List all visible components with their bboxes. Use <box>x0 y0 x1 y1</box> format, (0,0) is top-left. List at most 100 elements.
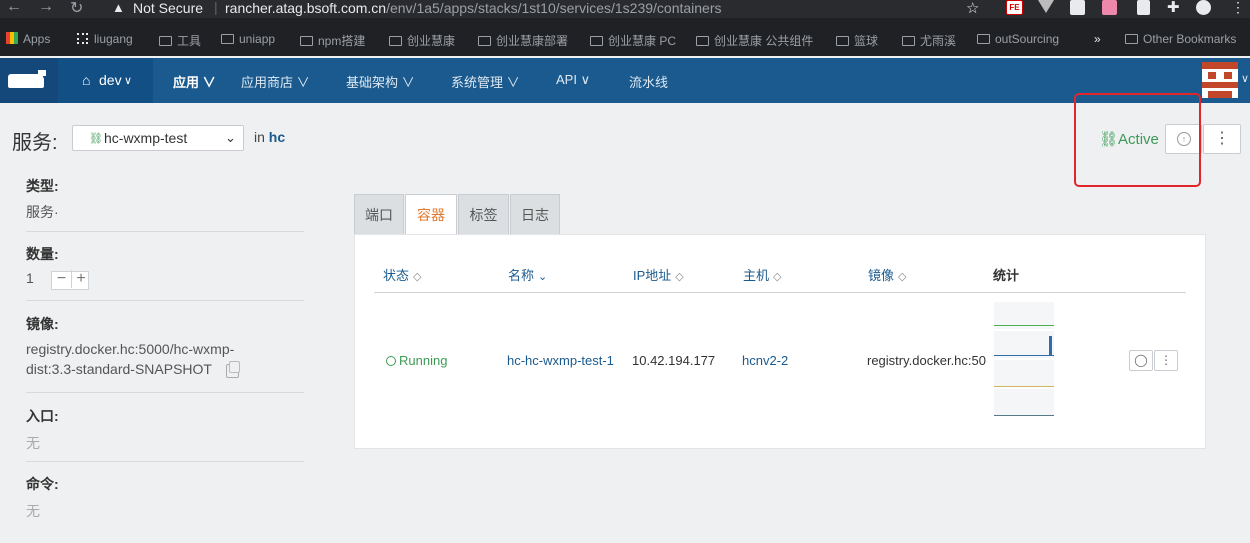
extensions-puzzle-icon[interactable]: ✚ <box>1167 0 1182 15</box>
bookmark-folder[interactable]: 创业慧康 <box>389 32 455 49</box>
sort-icon: ⌄ <box>538 271 548 283</box>
address-separator: | <box>214 0 218 15</box>
extension-vue-icon[interactable] <box>1038 0 1054 13</box>
grid-icon <box>77 33 88 44</box>
container-state: Running <box>386 353 447 368</box>
bookmark-folder[interactable]: npm搭建 <box>300 32 365 49</box>
container-name-link[interactable]: hc-hc-wxmp-test-1 <box>507 353 614 368</box>
profile-icon[interactable] <box>1196 0 1211 15</box>
bookmark-folder[interactable]: 创业慧康部署 <box>478 32 568 49</box>
image-label: 镜像: <box>26 316 59 332</box>
header-ip[interactable]: IP地址 ◇ <box>633 265 684 284</box>
extension-mail-icon[interactable] <box>1137 0 1150 15</box>
nav-catalog[interactable]: 应用商店 ∨ <box>241 72 310 91</box>
sort-icon: ◇ <box>773 271 782 283</box>
divider <box>26 461 304 462</box>
bookmark-star-icon[interactable]: ☆ <box>966 0 979 17</box>
extension-fe-icon[interactable]: FE <box>1006 0 1023 15</box>
table-header-divider <box>374 292 1186 293</box>
service-select[interactable]: ⛓ hc-wxmp-test ⌄ <box>72 125 244 151</box>
bookmark-folder[interactable]: 创业慧康 PC <box>590 32 676 49</box>
header-state[interactable]: 状态 ◇ <box>383 265 421 284</box>
bookmark-liugang[interactable]: liugang <box>77 32 133 46</box>
address-bar[interactable]: ← → ↻ ▲ Not Secure | rancher.atag.bsoft.… <box>0 0 1250 18</box>
service-icon: ⛓ <box>89 133 103 145</box>
header-stats: 统计 <box>993 268 1020 283</box>
type-label: 类型: <box>26 178 59 194</box>
nav-apps[interactable]: 应用 ∨ <box>173 72 216 91</box>
bookmark-folder[interactable]: uniapp <box>221 32 275 46</box>
header-name[interactable]: 名称 ⌄ <box>508 265 547 284</box>
bookmark-other[interactable]: Other Bookmarks <box>1125 32 1236 46</box>
user-menu-chevron-icon[interactable]: ∨ <box>1241 72 1249 85</box>
container-more-button[interactable]: ⋮ <box>1154 350 1178 371</box>
image-line1: registry.docker.hc:5000/hc-wxmp- <box>26 341 235 357</box>
back-icon[interactable]: ← <box>6 0 22 16</box>
running-status-icon <box>386 356 396 366</box>
scale-label: 数量: <box>26 246 59 262</box>
divider <box>26 392 304 393</box>
scale-value: 1 <box>26 270 34 286</box>
folder-icon <box>696 36 709 46</box>
nav-api[interactable]: API ∨ <box>556 72 590 88</box>
sort-icon: ◇ <box>898 271 907 283</box>
tab-labels[interactable]: 标签 <box>458 194 509 235</box>
more-bookmarks-button[interactable]: » <box>1094 32 1101 46</box>
user-avatar[interactable] <box>1202 62 1238 98</box>
forward-icon[interactable]: → <box>38 0 54 16</box>
bookmark-folder[interactable]: 创业慧康 公共组件 <box>696 32 813 49</box>
url-text[interactable]: rancher.atag.bsoft.com.cn/env/1a5/apps/s… <box>225 0 722 16</box>
chevron-down-icon: ⌄ <box>225 130 236 145</box>
nav-admin[interactable]: 系统管理 ∨ <box>451 72 520 91</box>
network-sparkline <box>994 360 1054 387</box>
sort-icon: ◇ <box>413 271 422 283</box>
command-value: 无 <box>26 503 40 519</box>
folder-icon <box>1125 34 1138 44</box>
rancher-logo[interactable] <box>0 58 58 103</box>
folder-icon <box>221 34 234 44</box>
folder-icon <box>389 36 402 46</box>
nav-infrastructure[interactable]: 基础架构 ∨ <box>346 72 415 91</box>
reload-icon[interactable]: ↻ <box>70 0 83 18</box>
nav-pipeline[interactable]: 流水线 <box>629 72 668 91</box>
more-actions-button[interactable]: ⋮ <box>1203 124 1241 154</box>
environment-switcher[interactable]: ⌂ dev ∨ <box>58 58 153 103</box>
bookmark-apps[interactable]: Apps <box>6 32 50 46</box>
header-host[interactable]: 主机 ◇ <box>743 265 781 284</box>
chevron-down-icon: ∨ <box>124 75 133 87</box>
env-name: dev <box>99 72 122 88</box>
container-host-link[interactable]: hcnv2-2 <box>742 353 788 368</box>
scale-decrement-button[interactable]: − <box>52 270 71 288</box>
copy-icon[interactable] <box>226 361 240 378</box>
container-console-button[interactable]: ◯ <box>1129 350 1153 371</box>
divider <box>26 300 304 301</box>
stack-link[interactable]: in hc <box>254 129 285 145</box>
bookmark-folder[interactable]: 尤雨溪 <box>902 32 956 49</box>
security-label: Not Secure <box>133 0 204 16</box>
home-icon: ⌂ <box>82 72 91 88</box>
folder-icon <box>902 36 915 46</box>
container-ip: 10.42.194.177 <box>632 353 716 368</box>
bookmark-folder[interactable]: 篮球 <box>836 32 878 49</box>
scale-increment-button[interactable]: + <box>71 270 90 288</box>
tab-ports[interactable]: 端口 <box>354 194 404 235</box>
header-image[interactable]: 镜像 ◇ <box>868 265 906 284</box>
container-stats <box>994 302 1054 418</box>
type-value: 服务· <box>26 204 59 220</box>
image-line2: dist:3.3-standard-SNAPSHOT <box>26 361 212 377</box>
extension-avatar-icon[interactable] <box>1102 0 1117 15</box>
service-name: hc-wxmp-test <box>104 130 188 146</box>
folder-icon <box>977 34 990 44</box>
tab-containers[interactable]: 容器 <box>405 194 457 235</box>
sort-icon: ◇ <box>675 271 684 283</box>
folder-icon <box>478 36 491 46</box>
menu-dots-icon[interactable]: ⋮ <box>1231 0 1245 15</box>
folder-icon <box>159 36 172 46</box>
bookmark-folder[interactable]: outSourcing <box>977 32 1059 46</box>
bookmark-folder[interactable]: 工具 <box>159 32 201 49</box>
extension-tree-icon[interactable] <box>1070 0 1085 15</box>
apps-grid-icon <box>6 32 18 44</box>
entry-label: 入口: <box>26 408 59 424</box>
tab-logs[interactable]: 日志 <box>510 194 560 235</box>
folder-icon <box>590 36 603 46</box>
